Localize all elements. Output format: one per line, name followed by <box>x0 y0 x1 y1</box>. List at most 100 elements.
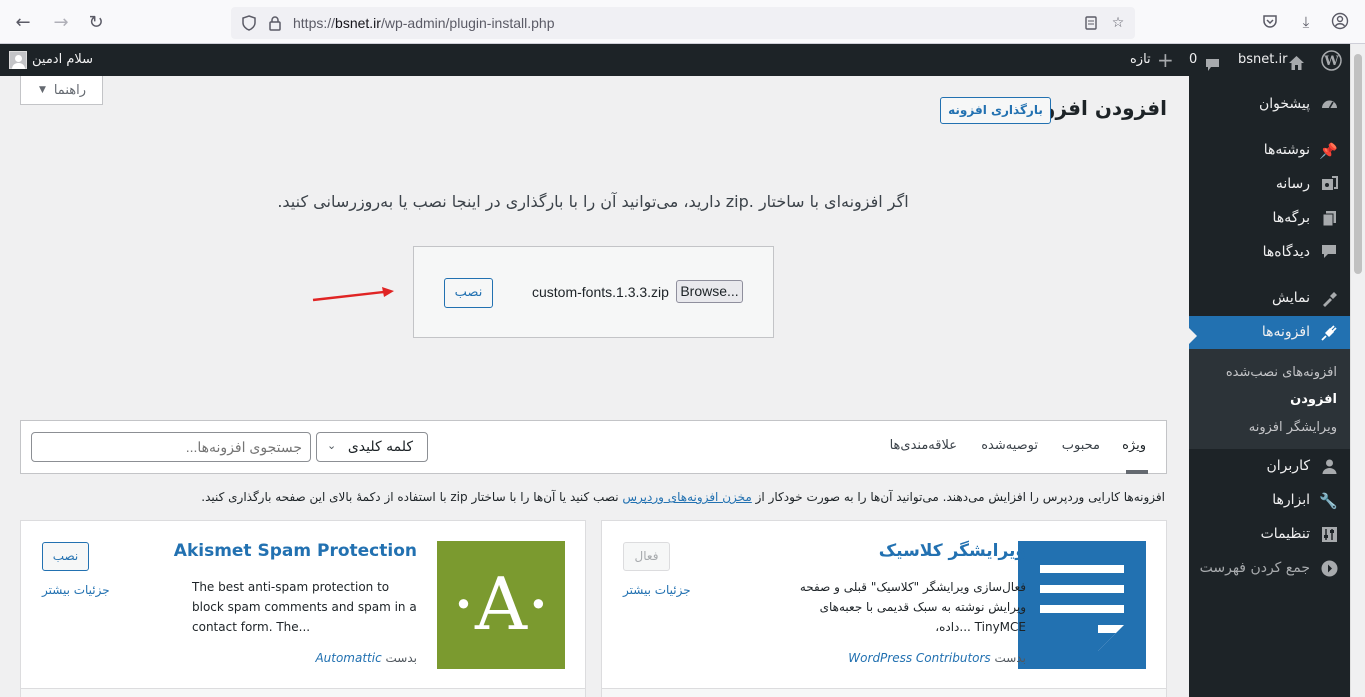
browse-button[interactable]: Browse... <box>676 280 743 303</box>
plugin-filter-bar: ویژه محبوب توصیه‌شده علاقه‌مندی‌ها کلمه … <box>20 420 1167 474</box>
akismet-more-details[interactable]: جزئیات بیشتر <box>42 583 110 597</box>
upload-description: اگر افزونه‌ای با ساختار .zip دارید، می‌ت… <box>277 192 909 211</box>
search-type-value: کلمه کلیدی <box>347 439 413 455</box>
collapse-icon <box>1320 560 1338 578</box>
back-arrow-icon[interactable]: ← <box>10 10 36 36</box>
plugin-card-akismet: ·A· Akismet Spam Protection The best ant… <box>20 520 586 697</box>
card-footer <box>21 688 585 697</box>
sidebar-collapse-menu[interactable]: جمع کردن فهرست <box>1189 552 1350 586</box>
tab-recommended[interactable]: توصیه‌شده <box>981 438 1038 453</box>
submenu-add-new[interactable]: افزودن <box>1290 392 1337 407</box>
author-prefix: بدست <box>994 651 1026 665</box>
classic-editor-description: فعال‌سازی ویرایشگر "کلاسیک" قبلی و صفحه … <box>799 580 1026 634</box>
home-icon[interactable] <box>1288 52 1305 70</box>
sidebar-item-settings[interactable]: تنظیمات <box>1189 518 1350 552</box>
sidebar-item-comments[interactable]: دیدگاه‌ها <box>1189 236 1350 270</box>
reader-view-icon[interactable] <box>1083 15 1099 31</box>
classic-editor-active-button[interactable]: فعال <box>623 542 670 571</box>
sidebar-item-media[interactable]: رسانه <box>1189 168 1350 202</box>
plus-icon[interactable]: + <box>1157 44 1174 76</box>
akismet-author-link[interactable]: Automattic <box>315 651 381 665</box>
address-bar[interactable]: https://bsnet.ir/wp-admin/plugin-install… <box>231 7 1135 39</box>
plugins-submenu: افزونه‌های نصب‌شده افزودن ویرایشگر افزون… <box>1189 349 1350 449</box>
media-icon <box>1320 176 1338 194</box>
plugin-directory-link[interactable]: مخزن افزونه‌های وردپرس <box>622 490 751 504</box>
sidebar-item-plugins[interactable]: افزونه‌ها <box>1189 316 1350 350</box>
comments-icon <box>1320 244 1338 262</box>
sidebar-item-dashboard[interactable]: پیشخوان <box>1189 88 1350 122</box>
lock-icon[interactable] <box>267 15 283 31</box>
users-icon <box>1320 458 1338 476</box>
akismet-author: بدست Automattic <box>315 651 417 665</box>
sidebar-item-users[interactable]: کاربران <box>1189 450 1350 484</box>
akismet-icon[interactable]: ·A· <box>437 541 565 669</box>
upload-form: نصب custom-fonts.1.3.3.zip Browse... <box>413 246 774 338</box>
help-tab-label: راهنما <box>53 83 86 98</box>
new-content-label[interactable]: تازه <box>1130 44 1151 76</box>
tools-icon: 🔧 <box>1319 492 1338 510</box>
appearance-icon <box>1320 290 1338 308</box>
bookmark-star-icon[interactable]: ☆ <box>1110 15 1126 31</box>
author-prefix: بدست <box>385 651 417 665</box>
classic-editor-icon[interactable] <box>1018 541 1146 669</box>
search-type-select[interactable]: کلمه کلیدی ⌄ <box>316 432 428 462</box>
selected-file-name: custom-fonts.1.3.3.zip <box>532 284 669 300</box>
svg-text:W: W <box>1323 54 1339 69</box>
submenu-plugin-editor[interactable]: ویرایشگر افزونه <box>1249 420 1337 435</box>
chevron-down-icon: ⌄ <box>327 439 337 452</box>
forward-arrow-icon[interactable]: → <box>48 10 74 36</box>
comments-count[interactable]: 0 <box>1189 44 1197 76</box>
upload-plugin-button[interactable]: بارگذاری افزونه <box>940 97 1051 124</box>
account-icon[interactable] <box>1330 12 1350 32</box>
user-greeting[interactable]: سلام ادمین <box>32 44 93 76</box>
pages-icon <box>1320 210 1338 228</box>
akismet-install-button[interactable]: نصب <box>42 542 89 571</box>
browser-toolbar: ← → ↻ https://bsnet.ir/wp-admin/plugin-i… <box>0 0 1365 44</box>
classic-editor-title[interactable]: ویرایشگر کلاسیک <box>879 541 1026 561</box>
plugins-icon <box>1320 324 1338 342</box>
info-text-after: نصب کنید یا آن‌ها را با ساختار zip با اس… <box>201 490 619 504</box>
scroll-thumb[interactable] <box>1354 54 1362 274</box>
tab-favorites[interactable]: علاقه‌مندی‌ها <box>890 438 957 453</box>
sidebar-item-pages[interactable]: برگه‌ها <box>1189 202 1350 236</box>
admin-sidebar: پیشخوان 📌 نوشته‌ها رسانه برگه‌ها دیدگاه‌… <box>1189 76 1350 697</box>
classic-editor-author: بدست WordPress Contributors <box>848 651 1026 665</box>
wp-admin-bar: سلام ادمین تازه + 0 bsnet.ir W <box>0 44 1350 76</box>
current-menu-arrow <box>1189 328 1197 344</box>
avatar[interactable] <box>9 51 27 69</box>
page-scrollbar[interactable] <box>1350 44 1365 697</box>
akismet-icon-letter: ·A· <box>452 562 550 646</box>
comment-bubble-icon[interactable] <box>1205 53 1220 71</box>
classic-editor-author-link[interactable]: WordPress Contributors <box>848 651 990 665</box>
akismet-description: The best anti-spam protection to block s… <box>192 580 417 634</box>
active-tab-indicator <box>1126 470 1148 474</box>
settings-icon <box>1320 526 1338 544</box>
reload-icon[interactable]: ↻ <box>83 10 109 36</box>
submenu-installed-plugins[interactable]: افزونه‌های نصب‌شده <box>1226 365 1337 380</box>
tab-featured[interactable]: ویژه <box>1122 438 1146 453</box>
site-name[interactable]: bsnet.ir <box>1238 44 1287 76</box>
sidebar-item-appearance[interactable]: نمایش <box>1189 282 1350 316</box>
downloads-icon[interactable]: ⤓ <box>1296 12 1316 32</box>
tab-popular[interactable]: محبوب <box>1062 438 1100 453</box>
plugin-card-classic-editor: ویرایشگر کلاسیک فعال‌سازی ویرایشگر "کلاس… <box>601 520 1167 697</box>
plugin-search-input[interactable] <box>31 432 311 462</box>
pocket-icon[interactable] <box>1260 12 1280 32</box>
info-text-before: افزونه‌ها کارایی وردپرس را افزایش می‌دهن… <box>755 490 1165 504</box>
sidebar-item-tools[interactable]: 🔧 ابزارها <box>1189 484 1350 518</box>
shield-icon[interactable] <box>241 15 257 31</box>
caret-down-icon: ▼ <box>39 85 46 95</box>
card-footer <box>602 688 1166 697</box>
wordpress-logo-icon[interactable]: W <box>1321 50 1342 71</box>
main-content: راهنما ▼ افزودن افزونه بارگذاری افزونه ا… <box>0 76 1189 697</box>
sidebar-item-posts[interactable]: 📌 نوشته‌ها <box>1189 134 1350 168</box>
url-text: https://bsnet.ir/wp-admin/plugin-install… <box>293 15 555 31</box>
install-now-button[interactable]: نصب <box>444 278 493 308</box>
red-annotation-arrow-icon <box>312 287 394 302</box>
dashboard-icon <box>1320 96 1338 114</box>
plugins-info-text: افزونه‌ها کارایی وردپرس را افزایش می‌دهن… <box>201 490 1165 504</box>
akismet-title[interactable]: Akismet Spam Protection <box>174 541 417 561</box>
classic-editor-more-details[interactable]: جزئیات بیشتر <box>623 583 691 597</box>
pin-icon: 📌 <box>1319 142 1338 160</box>
help-tab-button[interactable]: راهنما ▼ <box>20 76 103 105</box>
